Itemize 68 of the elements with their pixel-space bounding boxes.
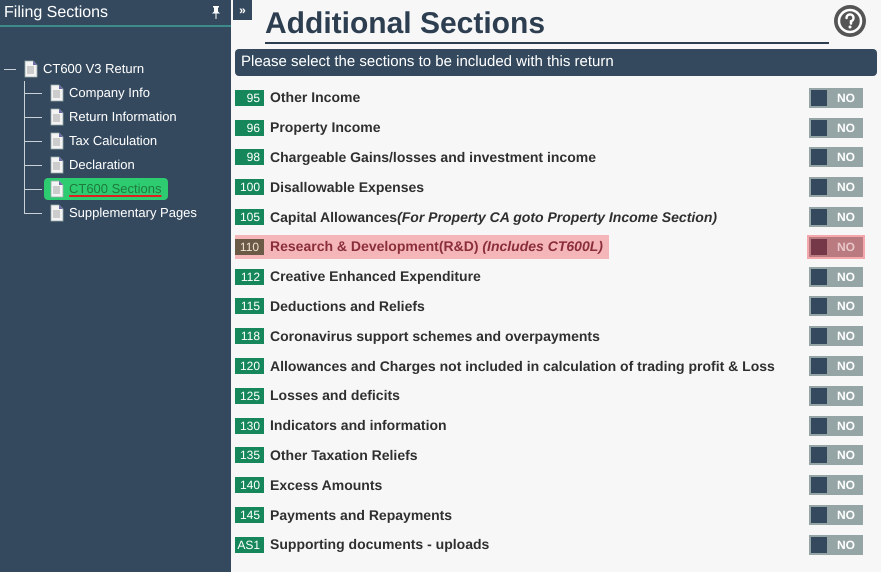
toggle-switch[interactable]: NO xyxy=(809,177,863,198)
page-title: Additional Sections xyxy=(265,6,829,44)
tree-item[interactable]: CT600 V3 Return xyxy=(18,58,150,80)
instruction-banner: Please select the sections to be included with this return xyxy=(235,49,877,76)
document-icon xyxy=(50,180,64,198)
section-number: 125 xyxy=(235,388,264,404)
document-icon xyxy=(24,60,38,78)
toggle-switch[interactable]: NO xyxy=(809,88,863,108)
tree-item[interactable]: CT600 Sections xyxy=(44,178,168,200)
section-number: 115 xyxy=(235,298,264,314)
section-label: Other Income xyxy=(270,88,360,108)
section-label: Payments and Repayments xyxy=(270,506,452,525)
section-label: Capital Allowances(For Property CA goto Property Income Section) xyxy=(270,208,718,227)
tree-item[interactable]: Declaration xyxy=(44,154,141,176)
section-number: 105 xyxy=(235,209,264,226)
document-icon xyxy=(50,204,64,222)
section-number: 145 xyxy=(235,507,264,524)
section-number: 112 xyxy=(235,268,264,285)
section-number: 130 xyxy=(235,418,264,434)
tree-item[interactable]: Tax Calculation xyxy=(44,130,164,152)
section-number: 118 xyxy=(235,328,264,344)
section-label: Property Income xyxy=(270,118,380,138)
toggle-switch[interactable]: NO xyxy=(809,207,863,228)
section-label: Allowances and Charges not included in calculation of trading profit & Loss xyxy=(270,356,775,376)
section-label: Coronavirus support schemes and overpayments xyxy=(270,326,600,346)
tree-item[interactable]: Company Info xyxy=(44,82,156,104)
pin-icon[interactable] xyxy=(211,6,221,19)
section-label: Losses and deficits xyxy=(270,386,400,406)
section-label: Deductions and Reliefs xyxy=(270,296,425,316)
section-number: 110 xyxy=(235,238,264,255)
section-number: 135 xyxy=(235,447,264,464)
toggle-switch[interactable]: NO xyxy=(809,266,863,287)
section-label: Excess Amounts xyxy=(270,476,382,495)
tree-item[interactable]: Supplementary Pages xyxy=(44,202,203,224)
expand-button[interactable]: » xyxy=(233,0,252,20)
sidebar-title: Filing Sections xyxy=(4,2,108,22)
toggle-switch[interactable]: NO xyxy=(809,326,863,346)
section-label: Other Taxation Reliefs xyxy=(270,446,418,465)
section-label: Supporting documents - uploads xyxy=(270,535,490,554)
document-icon xyxy=(50,84,64,102)
section-label: Research & Development(R&D) (Includes CT600L) xyxy=(270,237,603,256)
toggle-switch[interactable]: NO xyxy=(809,386,863,406)
toggle-switch[interactable]: NO xyxy=(809,475,863,496)
document-icon xyxy=(50,132,64,150)
toggle-switch[interactable]: NO xyxy=(809,118,863,138)
document-icon xyxy=(50,156,64,174)
toggle-switch[interactable]: NO xyxy=(809,356,863,376)
section-number: 98 xyxy=(235,149,264,166)
section-number: 140 xyxy=(235,477,264,494)
toggle-switch[interactable]: NO xyxy=(809,236,863,257)
toggle-switch[interactable]: NO xyxy=(809,445,863,466)
section-number: 95 xyxy=(235,90,264,106)
section-number: 120 xyxy=(235,358,264,374)
toggle-switch[interactable]: NO xyxy=(809,296,863,316)
section-number: AS1 xyxy=(235,536,264,553)
section-label: Disallowable Expenses xyxy=(270,178,424,197)
help-icon[interactable] xyxy=(833,4,867,38)
toggle-switch[interactable]: NO xyxy=(809,416,863,436)
toggle-switch[interactable]: NO xyxy=(809,505,863,526)
section-number: 96 xyxy=(235,120,264,136)
section-label: Indicators and information xyxy=(270,416,447,436)
toggle-switch[interactable]: NO xyxy=(809,534,863,555)
tree-item[interactable]: Return Information xyxy=(44,106,183,128)
section-label: Creative Enhanced Expenditure xyxy=(270,267,481,286)
toggle-switch[interactable]: NO xyxy=(809,147,863,168)
section-number: 100 xyxy=(235,179,264,196)
section-label: Chargeable Gains/losses and investment income xyxy=(270,148,596,167)
document-icon xyxy=(50,108,64,126)
